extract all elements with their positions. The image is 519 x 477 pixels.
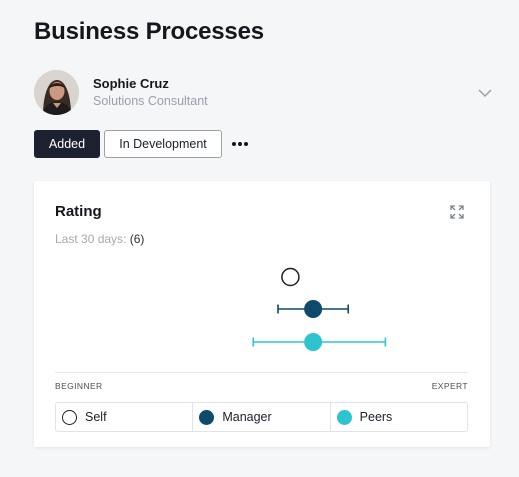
legend-item-self: Self [56,403,194,431]
manager-rating-marker[interactable] [304,300,323,318]
chevron-down-icon[interactable] [476,84,494,102]
manager-swatch [199,409,215,425]
self-rating-marker[interactable] [281,267,300,287]
legend-item-peers: Peers [331,403,467,431]
expand-icon[interactable] [450,205,464,219]
avatar [34,70,79,115]
period-text: Last 30 days: (6) [55,232,144,246]
axis-min-label: BEGINNER [55,381,103,391]
rating-plot [252,267,387,351]
user-role: Solutions Consultant [93,94,208,108]
legend-label: Manager [222,410,272,424]
legend-label: Self [85,410,107,424]
dot [238,142,242,146]
user-name: Sophie Cruz [93,76,169,91]
card-title: Rating [55,203,102,220]
dot [232,142,236,146]
peers-rating-marker[interactable] [304,333,323,351]
more-options-icon[interactable] [232,139,248,149]
added-button[interactable]: Added [34,130,100,158]
dot [244,142,248,146]
in-development-button[interactable]: In Development [104,130,222,158]
legend-label: Peers [359,410,393,424]
user-header[interactable]: Sophie Cruz Solutions Consultant [34,70,494,116]
self-swatch [62,409,77,425]
page-title: Business Processes [34,18,264,45]
rating-card: Rating Last 30 days: (6) BEGINNER EXPERT… [34,181,490,447]
peers-swatch [336,409,352,425]
axis-max-label: EXPERT [431,381,468,391]
legend: Self Manager Peers [55,402,468,432]
period-count: (6) [129,232,145,246]
axis-line [55,372,468,373]
legend-item-manager: Manager [193,403,331,431]
period-label: Last 30 days: [55,232,127,246]
